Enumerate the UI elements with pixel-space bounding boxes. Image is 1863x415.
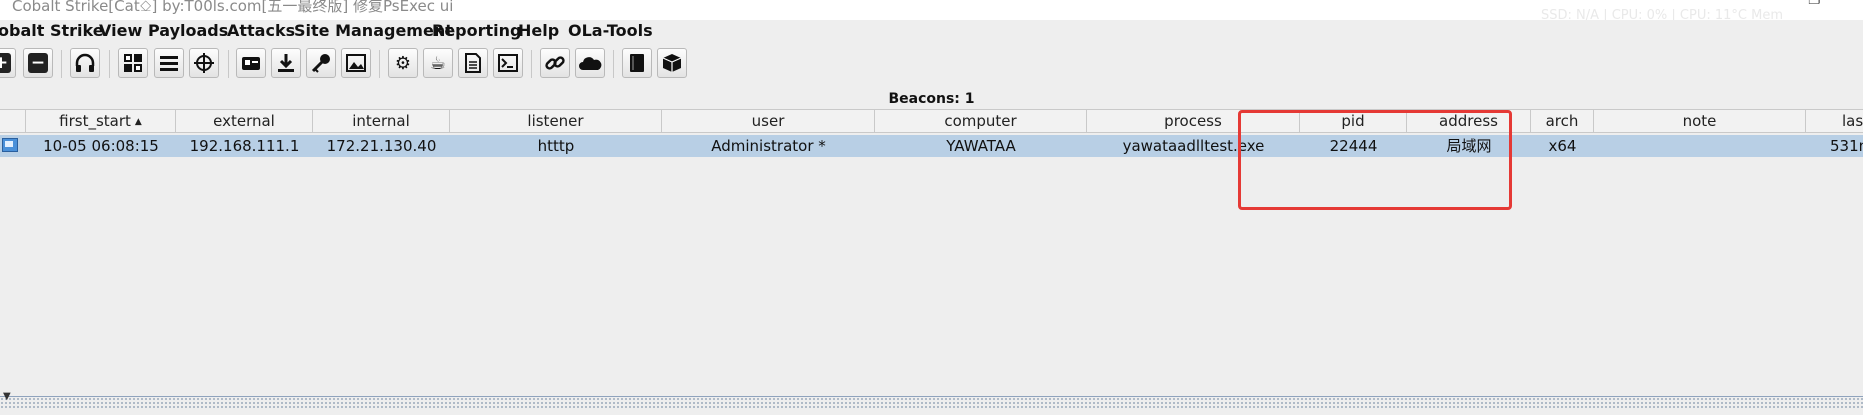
column-header-last[interactable]: las bbox=[1806, 110, 1863, 132]
menu-bar: obalt Strike View Payloads Attacks Site … bbox=[0, 20, 1863, 44]
highlight-annotation-box bbox=[1238, 110, 1512, 210]
link-icon[interactable] bbox=[540, 48, 570, 78]
table-header: first_start ▲ external internal listener … bbox=[0, 109, 1863, 133]
menu-view[interactable]: View bbox=[99, 21, 142, 40]
menu-cobalt-strike[interactable]: obalt Strike bbox=[0, 21, 104, 40]
menu-attacks[interactable]: Attacks bbox=[227, 21, 295, 40]
restore-window-icon[interactable]: ❐ bbox=[1808, 0, 1821, 7]
headphones-icon[interactable] bbox=[70, 48, 100, 78]
windows-beacon-icon bbox=[2, 138, 18, 152]
key-icon[interactable] bbox=[306, 48, 336, 78]
cell-external: 192.168.111.1 bbox=[189, 137, 300, 155]
toolbar-separator bbox=[61, 50, 62, 78]
pivot-graph-icon[interactable] bbox=[118, 48, 148, 78]
menu-site-management[interactable]: Site Management bbox=[294, 21, 453, 40]
cloud-icon[interactable] bbox=[575, 48, 605, 78]
cell-internal: 172.21.130.40 bbox=[326, 137, 437, 155]
menu-help[interactable]: Help bbox=[518, 21, 559, 40]
column-header-user[interactable]: user bbox=[662, 110, 875, 132]
toolbar-separator bbox=[109, 50, 110, 78]
split-pane-divider[interactable]: ▼ bbox=[0, 391, 1863, 408]
minus-icon[interactable]: − bbox=[23, 48, 53, 78]
menu-payloads[interactable]: Payloads bbox=[148, 21, 228, 40]
menu-ola-tools[interactable]: OLa-Tools bbox=[568, 21, 653, 40]
cell-last: 531m bbox=[1830, 137, 1863, 155]
credential-card-icon[interactable] bbox=[236, 48, 266, 78]
cell-listener: htttp bbox=[537, 137, 575, 155]
cell-user: Administrator * bbox=[711, 137, 826, 155]
coffee-icon[interactable]: ☕ bbox=[423, 48, 453, 78]
target-icon[interactable] bbox=[189, 48, 219, 78]
package-icon[interactable] bbox=[657, 48, 687, 78]
toolbar-separator bbox=[531, 50, 532, 78]
toolbar: + − ⚙ ☕ bbox=[0, 46, 1863, 88]
gear-icon[interactable]: ⚙ bbox=[388, 48, 418, 78]
column-header-internal[interactable]: internal bbox=[313, 110, 450, 132]
book-icon[interactable] bbox=[622, 48, 652, 78]
cell-computer: YAWATAA bbox=[946, 137, 1016, 155]
terminal-icon[interactable] bbox=[493, 48, 523, 78]
column-header-first-start[interactable]: first_start ▲ bbox=[26, 110, 176, 132]
column-header-note[interactable]: note bbox=[1594, 110, 1806, 132]
window-titlebar: Cobalt Strike[Cat⎐] by:T00ls.com[五一最终版] … bbox=[0, 0, 1863, 22]
menu-reporting[interactable]: Reporting bbox=[432, 21, 521, 40]
beacons-count-header: Beacons: 1 bbox=[888, 91, 975, 107]
image-icon[interactable] bbox=[341, 48, 371, 78]
column-header-computer[interactable]: computer bbox=[875, 110, 1087, 132]
column-header-icon[interactable] bbox=[0, 110, 26, 132]
cell-first-start: 10-05 06:08:15 bbox=[43, 137, 159, 155]
collapse-arrow-icon[interactable]: ▼ bbox=[3, 391, 11, 402]
toolbar-separator bbox=[613, 50, 614, 78]
download-icon[interactable] bbox=[271, 48, 301, 78]
list-icon[interactable] bbox=[154, 48, 184, 78]
column-header-arch[interactable]: arch bbox=[1531, 110, 1594, 132]
column-header-listener[interactable]: listener bbox=[450, 110, 662, 132]
cell-note bbox=[1594, 135, 1806, 157]
toolbar-separator bbox=[379, 50, 380, 78]
column-label: first_start bbox=[59, 112, 131, 130]
document-icon[interactable] bbox=[458, 48, 488, 78]
plus-icon[interactable]: + bbox=[0, 48, 16, 78]
beacon-row[interactable]: 10-05 06:08:15 192.168.111.1 172.21.130.… bbox=[0, 135, 1863, 157]
toolbar-separator bbox=[228, 50, 229, 78]
cell-arch: x64 bbox=[1548, 137, 1577, 155]
column-header-external[interactable]: external bbox=[176, 110, 313, 132]
sort-ascending-icon: ▲ bbox=[134, 117, 142, 127]
window-title: Cobalt Strike[Cat⎐] by:T00ls.com[五一最终版] … bbox=[12, 0, 454, 15]
